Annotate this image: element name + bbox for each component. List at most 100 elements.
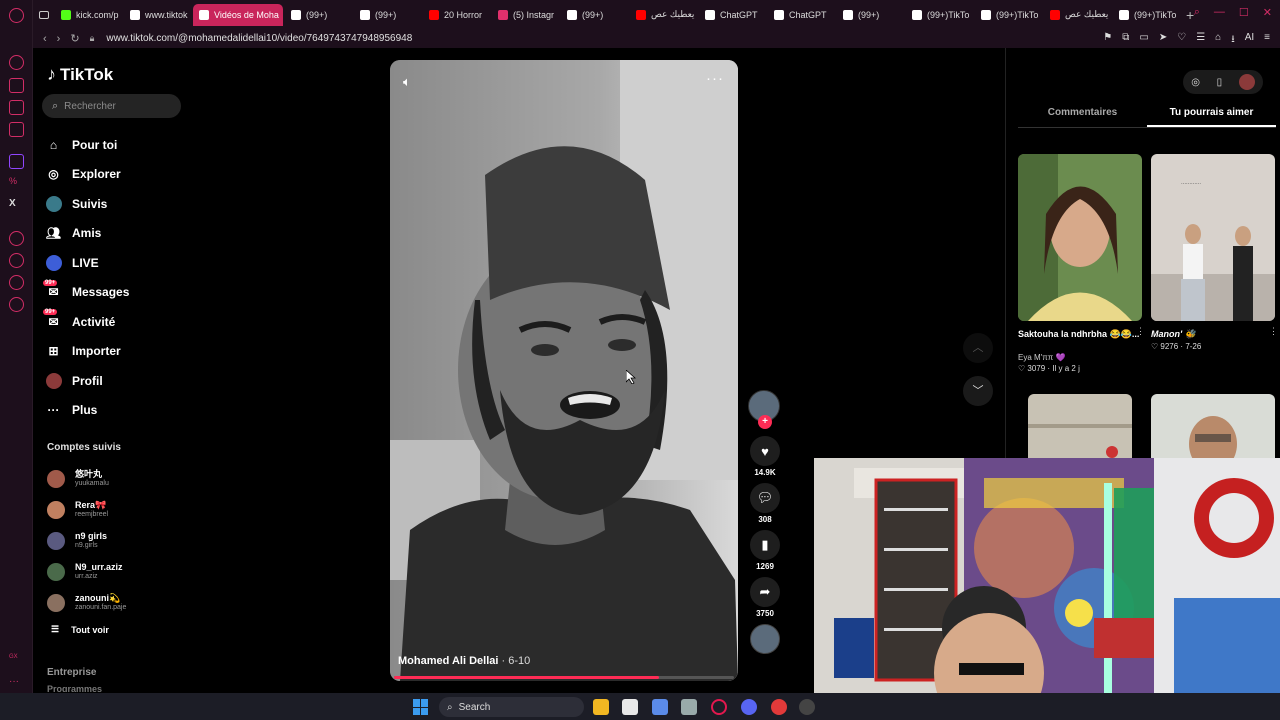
creator-avatar[interactable]: +: [748, 390, 780, 429]
opera-logo-icon[interactable]: [9, 8, 24, 23]
sidebar-ai-icon[interactable]: [9, 275, 24, 290]
video-author[interactable]: Mohamed Ali Dellai: [398, 655, 498, 667]
opera-gx-taskbar-icon[interactable]: [711, 699, 727, 715]
volume-icon[interactable]: 🔈︎: [403, 74, 411, 90]
see-all-link[interactable]: ☰ Tout voir: [51, 624, 109, 635]
browser-tab[interactable]: www.tiktok: [124, 4, 191, 26]
tab-comments[interactable]: Commentaires: [1018, 106, 1147, 127]
video-progress-bar[interactable]: [394, 676, 734, 679]
video-thumbnail[interactable]: ............: [1151, 154, 1275, 321]
browser-tab[interactable]: (99+)TikTo: [975, 4, 1042, 26]
easy-setup-icon[interactable]: ≡: [1264, 32, 1270, 49]
minimize-button[interactable]: —: [1214, 6, 1225, 19]
browser-tab[interactable]: يعطيك عص: [1044, 4, 1111, 26]
nav-item-messages[interactable]: ✉ 99+ Messages: [43, 278, 193, 308]
nav-item-explorer[interactable]: ◎ Explorer: [45, 160, 193, 190]
tiktok-logo[interactable]: ♪ TikTok: [47, 64, 113, 85]
card-more-icon[interactable]: ⋮: [1269, 326, 1278, 337]
browser-tab[interactable]: (99+)TikTo: [1113, 4, 1180, 26]
sidebar-history-icon[interactable]: [9, 253, 24, 268]
followed-account[interactable]: Rera🎀 reemjbreel: [47, 494, 187, 525]
sidebar-more-icon[interactable]: ···: [9, 676, 24, 691]
bookmark-save-icon[interactable]: ▮: [750, 530, 780, 560]
send-icon[interactable]: ➤: [1159, 32, 1167, 49]
follow-plus-icon[interactable]: +: [758, 415, 772, 429]
sidebar-mod-icon[interactable]: [9, 78, 24, 93]
search-tabs-icon[interactable]: ⌕: [1194, 6, 1200, 19]
share-action[interactable]: ➦ 3750: [748, 577, 782, 618]
snapshot-icon[interactable]: ⧉: [1122, 32, 1129, 49]
followed-account[interactable]: zanouni💫 zanouni.fan.paje: [47, 587, 187, 618]
suggested-video-card[interactable]: Saktouha la ndhrbha 😂😂... Eya M'ππ 💜 ♡ 3…: [1018, 154, 1145, 373]
app-gray-icon[interactable]: [799, 699, 815, 715]
discover-compass-icon[interactable]: ◎: [1191, 77, 1200, 88]
video-player[interactable]: 🔈︎ ··· Mohamed Ali Dellai · 6-10: [390, 60, 738, 681]
app-red-icon[interactable]: [771, 699, 787, 715]
browser-tab[interactable]: (99+)TikTo: [906, 4, 973, 26]
browser-tab[interactable]: (99+): [285, 4, 352, 26]
nav-item-amis[interactable]: 👥︎ Amis: [45, 219, 193, 249]
back-button[interactable]: ‹: [43, 33, 47, 45]
browser-tab[interactable]: Vidéos de Moha: [193, 3, 283, 26]
browser-tab[interactable]: ChatGPT: [699, 4, 766, 26]
nav-item-live[interactable]: LIVE: [45, 248, 193, 278]
nav-item-importer[interactable]: ⊞ Importer: [45, 337, 193, 367]
sidebar-percent-icon[interactable]: %: [9, 176, 24, 191]
search-input[interactable]: Rechercher: [64, 101, 116, 112]
pip-icon[interactable]: ▭: [1139, 32, 1148, 49]
browser-tab[interactable]: (99+): [354, 4, 421, 26]
nav-item-profil[interactable]: Profil: [45, 366, 193, 396]
sidebar-gx-icon[interactable]: [9, 55, 24, 70]
copilot-icon[interactable]: [652, 699, 668, 715]
nav-item-activit[interactable]: ✉ 99+ Activité: [43, 307, 193, 337]
browser-tab[interactable]: (5) Instagr: [492, 4, 559, 26]
twitch-icon[interactable]: [9, 154, 24, 169]
browser-tab[interactable]: kick.com/p: [55, 4, 122, 26]
suggested-video-card[interactable]: [1151, 394, 1275, 464]
video-more-icon[interactable]: ···: [706, 70, 724, 87]
video-thumbnail[interactable]: [1018, 154, 1142, 321]
comment-action[interactable]: 💬︎ 308: [748, 483, 782, 524]
suggested-video-card[interactable]: [1028, 394, 1132, 464]
sidebar-settings-icon[interactable]: [9, 297, 24, 312]
next-video-button[interactable]: ﹀: [963, 376, 993, 406]
forward-button[interactable]: ›: [57, 33, 61, 45]
card-author[interactable]: Eya M'ππ 💜: [1018, 353, 1142, 362]
file-explorer-icon[interactable]: [593, 699, 609, 715]
nav-item-plus[interactable]: ··· Plus: [45, 396, 193, 426]
heart-like-icon[interactable]: ♥: [750, 436, 780, 466]
calculator-icon[interactable]: [681, 699, 697, 715]
music-disc-avatar[interactable]: [750, 624, 780, 654]
suggested-video-card[interactable]: ............ Manon' 🐝 ♡ 9276 · 7-26 ⋮: [1151, 154, 1278, 351]
nav-item-pourtoi[interactable]: ⌂ Pour toi: [45, 130, 193, 160]
followed-account[interactable]: 悠叶丸 yuukamalu: [47, 463, 187, 494]
entreprise-heading[interactable]: Entreprise: [47, 667, 96, 678]
x-twitter-icon[interactable]: X: [9, 198, 24, 213]
discord-icon[interactable]: [741, 699, 757, 715]
share-arrow-icon[interactable]: ➦: [750, 577, 780, 607]
browser-tab[interactable]: (99+): [561, 4, 628, 26]
browser-tab[interactable]: ChatGPT: [768, 4, 835, 26]
url-field[interactable]: www.tiktok.com/@mohamedalidellai10/video…: [106, 33, 412, 44]
followed-account[interactable]: n9 girls n9.girls: [47, 525, 187, 556]
followed-account[interactable]: N9_urr.aziz urr.aziz: [47, 556, 187, 587]
nav-item-suivis[interactable]: Suivis: [45, 189, 193, 219]
video-thumbnail[interactable]: [1151, 394, 1275, 464]
programmes-heading[interactable]: Programmes: [47, 684, 102, 692]
user-avatar[interactable]: [1238, 74, 1255, 90]
tab-suggestions[interactable]: Tu pourrais aimer: [1147, 106, 1276, 127]
browser-tab[interactable]: (99+): [837, 4, 904, 26]
save-action[interactable]: ▮ 1269: [748, 530, 782, 571]
ai-icon[interactable]: AI: [1245, 32, 1254, 49]
tab-menu-icon[interactable]: [39, 10, 49, 19]
phone-icon[interactable]: ▯: [1217, 77, 1223, 88]
sidebar-news-icon[interactable]: [9, 122, 24, 137]
browser-tab[interactable]: 20 Horror: [423, 4, 490, 26]
taskbar-search[interactable]: ⌕ Search: [439, 697, 584, 717]
menu-icon[interactable]: ☰: [1196, 32, 1205, 49]
close-window-button[interactable]: ✕: [1263, 6, 1272, 19]
store-icon[interactable]: [622, 699, 638, 715]
bookmark-icon[interactable]: ⚑: [1103, 32, 1112, 49]
maximize-button[interactable]: ☐: [1239, 6, 1249, 19]
card-more-icon[interactable]: ⋮: [1136, 326, 1145, 337]
